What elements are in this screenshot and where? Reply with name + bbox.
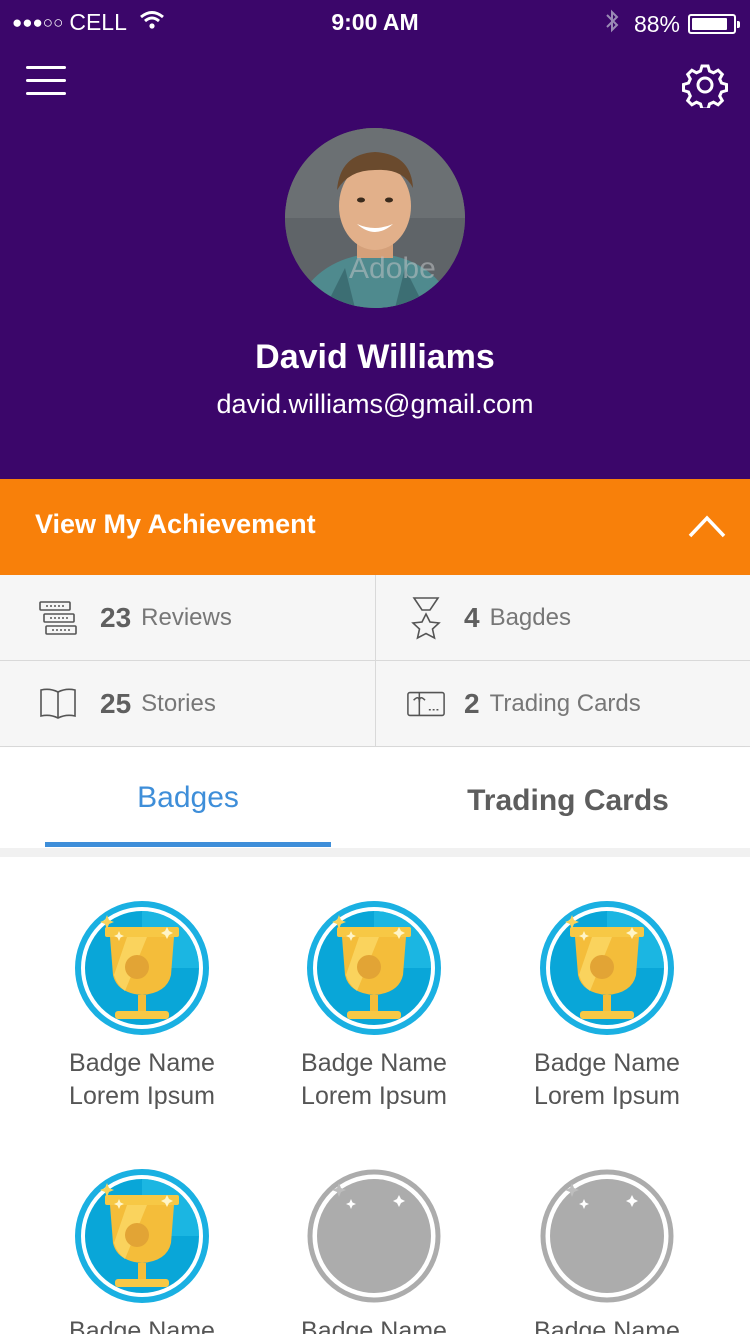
reviews-label: Reviews	[141, 603, 232, 631]
battery-icon	[688, 14, 740, 34]
user-email: david.williams@gmail.com	[216, 389, 534, 419]
trophy-badge-icon	[67, 893, 217, 1043]
trading-cards-count: 2	[464, 687, 480, 719]
divider	[0, 848, 750, 857]
book-icon	[38, 684, 78, 724]
achievement-title: View My Achievement	[35, 509, 316, 539]
badges-label: Bagdes	[489, 603, 571, 631]
trading-cards-label: Trading Cards	[489, 689, 641, 717]
badge-item[interactable]: Badge NameLorem Ipsum	[258, 1161, 490, 1334]
badge-name: Badge Name	[301, 1049, 447, 1077]
battery-percent: 88%	[633, 10, 680, 37]
tab-trading-cards[interactable]: Trading Cards	[400, 751, 736, 851]
badge-name: Badge Name	[69, 1049, 215, 1077]
badge-name: Badge Name	[534, 1049, 680, 1077]
locked-badge-icon	[532, 1161, 682, 1311]
avatar[interactable]: Adobe	[285, 128, 465, 308]
stat-badges[interactable]: 4 Bagdes	[375, 575, 750, 661]
badge-item[interactable]: Badge Name Lorem Ipsum	[491, 893, 723, 1113]
badge-subtitle: Lorem Ipsum	[69, 1082, 215, 1110]
gift-card-icon	[406, 684, 446, 724]
bluetooth-icon	[604, 9, 620, 39]
tab-bar: Badges Trading Cards	[0, 748, 750, 848]
battery-level	[692, 18, 728, 30]
tab-badges[interactable]: Badges	[45, 748, 331, 848]
svg-text:Adobe: Adobe	[349, 252, 436, 285]
view-achievement-bar[interactable]: View My Achievement	[0, 479, 750, 575]
badge-subtitle: Lorem Ipsum	[301, 1082, 447, 1110]
badge-name: Badge Name	[69, 1317, 215, 1334]
user-name: David Williams	[255, 338, 495, 376]
stat-stories[interactable]: 25 Stories	[0, 661, 375, 747]
chevron-up-icon[interactable]	[688, 514, 726, 543]
badge-subtitle: Lorem Ipsum	[534, 1082, 680, 1110]
profile-header: ●●●○○ CELL 9:00 AM 88% Adobe David Willi…	[0, 0, 750, 479]
badges-count: 4	[464, 601, 480, 633]
trophy-badge-icon	[67, 1161, 217, 1311]
reviews-count: 23	[100, 601, 132, 633]
trophy-badge-icon	[299, 893, 449, 1043]
badge-item[interactable]: Badge Name Lorem Ipsum	[26, 893, 258, 1113]
settings-gear-icon[interactable]	[682, 62, 728, 111]
stories-label: Stories	[141, 689, 216, 717]
badge-name: Badge Name	[534, 1317, 680, 1334]
badge-star-icon	[406, 596, 446, 640]
status-bar: ●●●○○ CELL 9:00 AM 88%	[0, 0, 750, 46]
trophy-badge-icon	[532, 893, 682, 1043]
reviews-icon	[38, 598, 78, 638]
badge-item[interactable]: Badge NameLorem Ipsum	[26, 1161, 258, 1334]
hamburger-menu-icon[interactable]	[26, 66, 66, 102]
stat-reviews[interactable]: 23 Reviews	[0, 575, 375, 661]
locked-badge-icon	[299, 1161, 449, 1311]
stat-trading-cards[interactable]: 2 Trading Cards	[375, 661, 750, 747]
badge-name: Badge Name	[301, 1317, 447, 1334]
stats-grid: 23 Reviews 4 Bagdes 25 Stories 2 Trading…	[0, 575, 750, 747]
badge-item[interactable]: Badge Name Lorem Ipsum	[258, 893, 490, 1113]
stories-count: 25	[100, 687, 132, 719]
badge-item[interactable]: Badge NameLorem Ipsum	[491, 1161, 723, 1334]
